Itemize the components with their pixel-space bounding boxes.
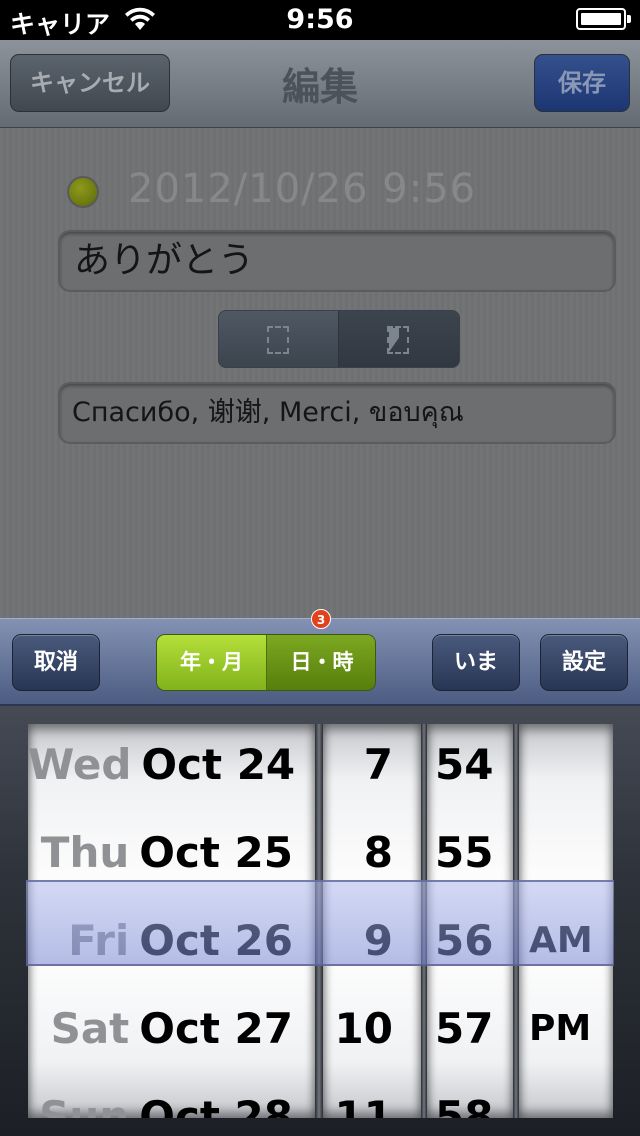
date-wheel[interactable]: Wed Oct 24 Thu Oct 25 Fri Oct 26 Sat Oct 27 … <box>28 724 315 1118</box>
card-style-segmented-control <box>218 310 460 368</box>
date-label: Oct 26 <box>139 916 293 965</box>
weekday-label: Thu <box>40 828 130 877</box>
minute-row: 56 <box>435 916 494 965</box>
set-button[interactable]: 設定 <box>540 634 628 691</box>
date-row: Sun Oct 28 <box>28 1073 315 1118</box>
hour-row: 7 <box>363 740 393 789</box>
picker-mode-segmented-control: 年・月 日・時 <box>156 634 376 691</box>
status-bar: キャリア 9:56 <box>0 0 640 40</box>
minute-row: 54 <box>435 740 494 789</box>
status-dot-icon[interactable] <box>67 176 99 208</box>
now-button[interactable]: いま <box>432 634 520 691</box>
editor-panel: 2012/10/26 9:56 ありがとう Спасибо, 谢谢, Merci… <box>0 128 640 618</box>
minute-row: 58 <box>435 1092 494 1118</box>
note-field[interactable]: Спасибо, 谢谢, Merci, ขอบคุณ <box>58 382 616 444</box>
blank-card-button[interactable] <box>219 311 339 367</box>
half-card-button[interactable] <box>339 311 459 367</box>
title-field[interactable]: ありがとう <box>58 230 616 292</box>
entry-date[interactable]: 2012/10/26 9:56 <box>128 166 476 212</box>
hour-row: 8 <box>363 828 393 877</box>
hour-row: 11 <box>334 1092 393 1118</box>
wheel-divider <box>315 724 323 1118</box>
minute-wheel[interactable]: 54 55 56 57 58 <box>427 724 513 1118</box>
date-label: Oct 28 <box>139 1092 293 1118</box>
hour-row: 10 <box>334 1004 393 1053</box>
ampm-row: PM <box>529 1008 592 1049</box>
minute-row: 55 <box>435 828 494 877</box>
ampm-wheel[interactable]: AM PM <box>519 724 613 1118</box>
hour-row: 9 <box>363 916 393 965</box>
date-label: Oct 25 <box>139 828 293 877</box>
weekday-label: Fri <box>68 916 130 965</box>
date-label: Oct 27 <box>139 1004 293 1053</box>
ampm-row: AM <box>529 920 593 961</box>
date-row: Thu Oct 25 <box>28 809 315 897</box>
date-row: Sat Oct 27 <box>28 985 315 1073</box>
notification-badge: 3 <box>311 609 331 629</box>
picker-toolbar: 取消 年・月 日・時 いま 設定 <box>0 618 640 706</box>
save-button[interactable]: 保存 <box>534 54 630 112</box>
mode-year-month-button[interactable]: 年・月 <box>157 635 267 690</box>
weekday-label: Sat <box>50 1004 130 1053</box>
date-label: Oct 24 <box>141 740 296 789</box>
blank-card-icon <box>267 326 289 354</box>
half-filled-card-icon <box>387 326 409 354</box>
minute-row: 57 <box>435 1004 494 1053</box>
date-row: Fri Oct 26 <box>28 897 315 985</box>
status-time: 9:56 <box>286 4 354 35</box>
hour-wheel[interactable]: 7 8 9 10 11 <box>323 724 421 1118</box>
weekday-label: Wed <box>28 740 132 789</box>
weekday-label: Sun <box>39 1092 130 1118</box>
navigation-bar: キャンセル 編集 保存 <box>0 40 640 128</box>
battery-icon <box>576 8 631 30</box>
date-row: Wed Oct 24 <box>28 724 315 809</box>
mode-day-time-button[interactable]: 日・時 <box>267 635 375 690</box>
date-time-picker: Wed Oct 24 Thu Oct 25 Fri Oct 26 Sat Oct 27 … <box>0 706 640 1136</box>
picker-cancel-button[interactable]: 取消 <box>12 634 100 691</box>
